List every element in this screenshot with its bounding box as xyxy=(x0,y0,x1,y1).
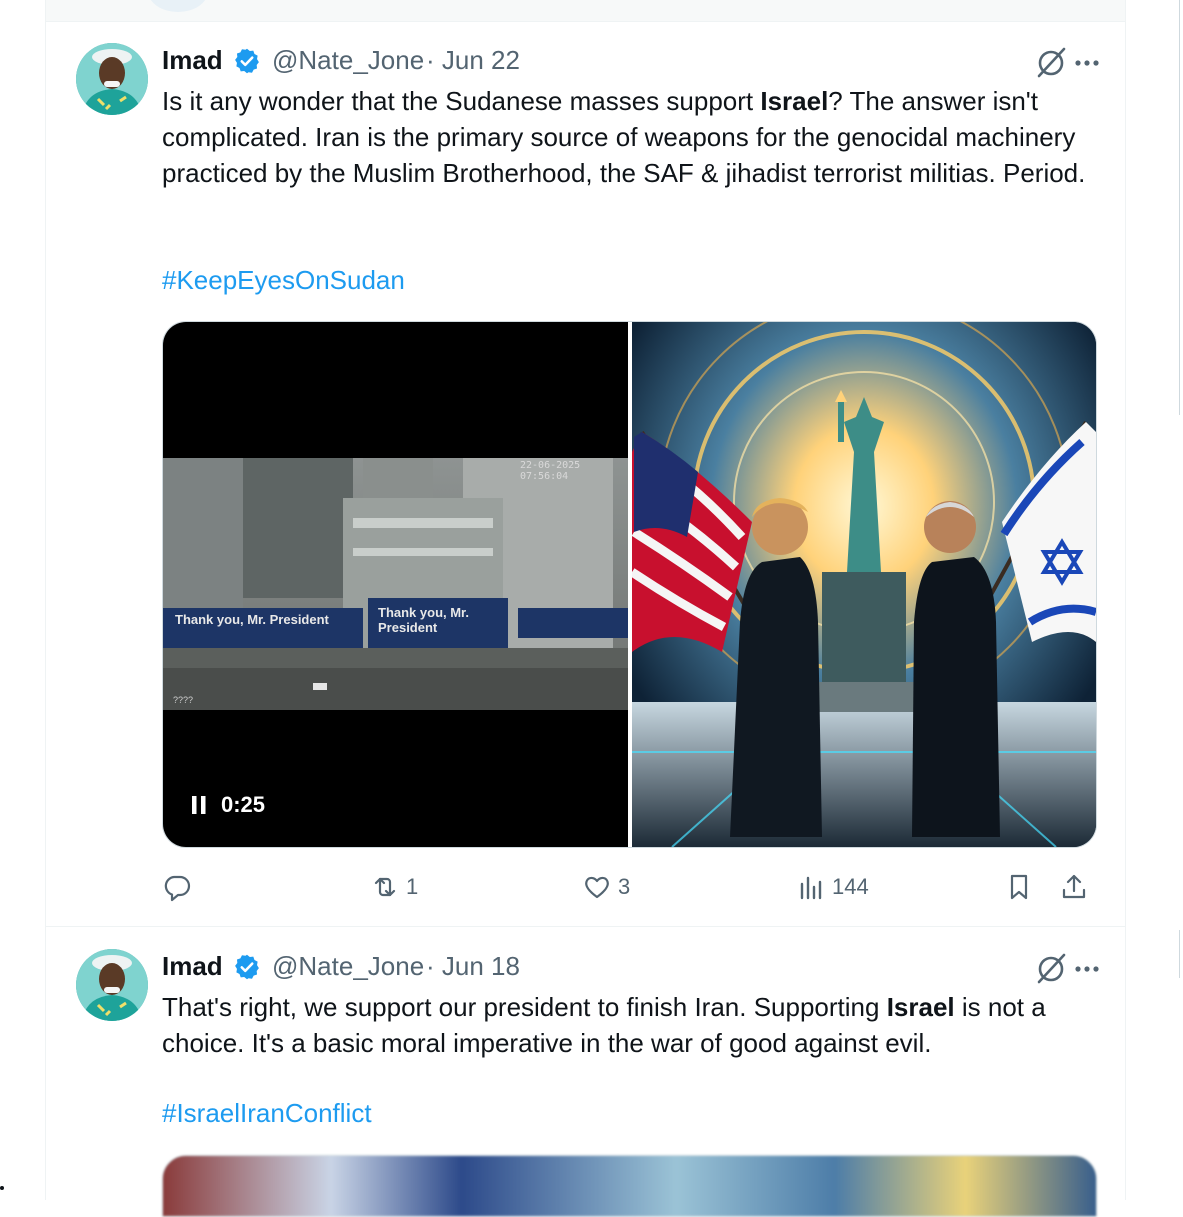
share-button[interactable] xyxy=(1059,867,1089,907)
video-timestamp-overlay: 22-06-2025 07:56:04 xyxy=(520,460,581,482)
verified-badge-icon[interactable] xyxy=(233,953,261,981)
previous-tweet-edge xyxy=(46,0,1125,22)
avatar-image xyxy=(76,949,148,1021)
repost-count: 1 xyxy=(406,874,419,899)
grok-icon[interactable] xyxy=(1034,45,1068,79)
tweet-actions: 1 3 144 xyxy=(162,867,1097,907)
repost-button[interactable]: 1 xyxy=(370,867,418,907)
grok-icon[interactable] xyxy=(1034,951,1068,985)
share-icon xyxy=(1062,874,1086,899)
tweet-header: Imad @Nate_Jone · Jun 22 xyxy=(162,43,1102,79)
tweet-text: That's right, we support our president t… xyxy=(162,989,1102,1061)
tweet-header: Imad @Nate_Jone · Jun 18 xyxy=(162,949,1102,985)
avatar[interactable] xyxy=(76,949,148,1021)
avatar-image xyxy=(76,43,148,115)
right-panel-edge xyxy=(1179,0,1180,415)
previous-avatar xyxy=(148,0,208,12)
tweet-date[interactable]: · Jun 18 xyxy=(426,949,520,983)
right-panel-edge-lower xyxy=(1179,930,1180,978)
tweet-text: Is it any wonder that the Sudanese masse… xyxy=(162,83,1102,191)
views-button[interactable]: 144 xyxy=(796,867,869,907)
user-handle[interactable]: @Nate_Jone xyxy=(272,949,424,983)
video-caption: ???? xyxy=(173,695,194,705)
like-count: 3 xyxy=(618,874,631,899)
reply-button[interactable] xyxy=(162,867,198,907)
billboard-text-1: Thank you, Mr. President xyxy=(175,612,329,627)
image-attachment[interactable] xyxy=(162,1155,1097,1217)
tweet-text-bold: Israel xyxy=(886,992,955,1022)
tweet-date[interactable]: · Jun 22 xyxy=(426,43,520,77)
image-illustration xyxy=(629,322,1096,847)
image-attachment[interactable] xyxy=(629,322,1096,847)
pause-icon[interactable] xyxy=(191,795,207,815)
repost-icon xyxy=(374,877,396,897)
hashtag-link[interactable]: #IsraelIranConflict xyxy=(162,1095,372,1131)
video-duration: 0:25 xyxy=(221,792,266,817)
media-grid[interactable]: 22-06-2025 07:56:04 Thank you, Mr. Presi… xyxy=(162,321,1097,848)
tweet-card[interactable]: Imad @Nate_Jone · Jun 22 Is it any wonde… xyxy=(46,21,1125,927)
like-icon xyxy=(585,876,609,899)
bullet-dot xyxy=(0,1186,4,1190)
bookmark-icon xyxy=(1010,874,1028,900)
hashtag-link[interactable]: #KeepEyesOnSudan xyxy=(162,262,405,298)
reply-icon xyxy=(164,875,191,902)
video-player[interactable]: 22-06-2025 07:56:04 Thank you, Mr. Presi… xyxy=(163,322,628,847)
timeline-feed: Imad @Nate_Jone · Jun 22 Is it any wonde… xyxy=(45,0,1126,1217)
tweet-text-part: Is it any wonder that the Sudanese masse… xyxy=(162,86,761,116)
video-controls[interactable]: 0:25 xyxy=(191,792,265,818)
more-icon[interactable] xyxy=(1072,951,1102,985)
tweet-card[interactable]: Imad @Nate_Jone · Jun 18 That's right, w… xyxy=(46,927,1125,1217)
billboard-text-2: Thank you, Mr. President xyxy=(378,605,470,635)
more-icon[interactable] xyxy=(1072,45,1102,79)
tweet-text-bold: Israel xyxy=(760,86,829,116)
display-name[interactable]: Imad xyxy=(162,949,223,983)
verified-badge-icon[interactable] xyxy=(233,47,261,75)
views-icon xyxy=(800,876,822,900)
video-frame xyxy=(163,458,628,710)
user-handle[interactable]: @Nate_Jone xyxy=(272,43,424,77)
avatar[interactable] xyxy=(76,43,148,115)
like-button[interactable]: 3 xyxy=(582,867,630,907)
display-name[interactable]: Imad xyxy=(162,43,223,77)
tweet-text-part: That's right, we support our president t… xyxy=(162,992,887,1022)
bookmark-button[interactable] xyxy=(1004,867,1034,907)
view-count: 144 xyxy=(832,874,869,899)
